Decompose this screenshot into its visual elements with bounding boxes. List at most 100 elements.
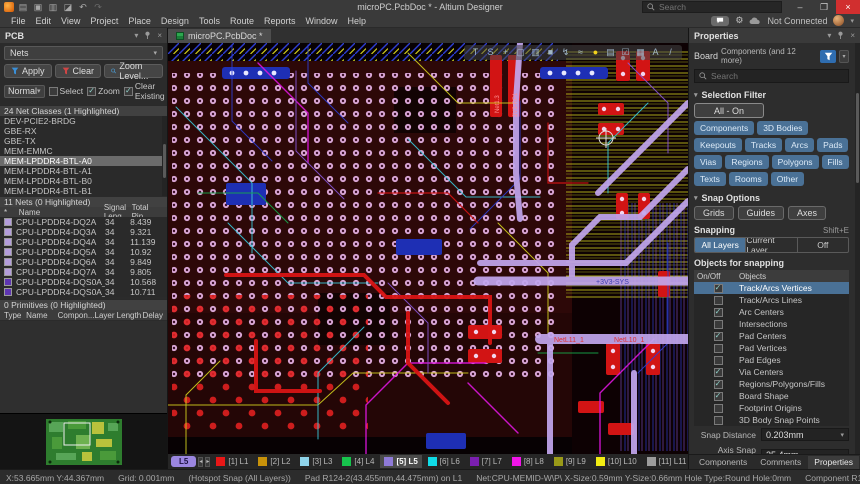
all-on-button[interactable]: All - On [694, 103, 764, 118]
axis-snap-range-input[interactable]: 25.4mm [761, 448, 849, 454]
net-class-item[interactable]: DEV-PCIE2-BRDG [0, 116, 167, 126]
properties-search-input[interactable] [711, 71, 831, 81]
clear-existing-checkbox[interactable] [123, 86, 133, 96]
snap-checkbox[interactable] [713, 331, 723, 341]
mode-off[interactable]: Off [798, 238, 848, 252]
chip-other[interactable]: Other [770, 172, 805, 186]
menu-window[interactable]: Window [301, 16, 343, 26]
chip-polygons[interactable]: Polygons [771, 155, 819, 169]
net-class-item[interactable]: MEM-LPDDR4-BTL-B1 [0, 186, 167, 196]
chip-3d-bodies[interactable]: 3D Bodies [757, 121, 809, 135]
current-layer-chip[interactable]: L5 [171, 456, 197, 467]
snap-object-row[interactable]: Via Centers [694, 366, 849, 378]
guides-button[interactable]: Guides [737, 206, 785, 220]
zoom-level-button[interactable]: Zoom Level... [104, 61, 163, 81]
net-class-item[interactable]: MEM-LPDDR4-BTL-B0 [0, 176, 167, 186]
panel-pin-icon[interactable] [144, 31, 151, 41]
layer-tab[interactable]: [10] L10 [592, 455, 641, 468]
chip-vias[interactable]: Vias [694, 155, 723, 169]
chip-components[interactable]: Components [694, 121, 755, 135]
mode-all-layers[interactable]: All Layers [695, 238, 747, 252]
open-document-icon[interactable]: ▣ [33, 2, 43, 13]
net-class-item[interactable]: GBE-TX [0, 136, 167, 146]
net-row[interactable]: CPU-LPDDR4-DQ4A 34 11.139 [0, 237, 167, 247]
net-row[interactable]: CPU-LPDDR4-DQ5A 34 10.92 [0, 247, 167, 257]
panel-pin-icon[interactable] [837, 31, 844, 41]
fill-icon[interactable]: ■ [544, 45, 557, 60]
comment-bubble-icon[interactable] [711, 15, 730, 26]
layer-tab-active[interactable]: [5] L5 [380, 455, 422, 468]
redo-icon[interactable]: ↷ [93, 2, 103, 13]
tab-properties[interactable]: Properties [808, 455, 860, 469]
layer-tab[interactable]: [1] L1 [212, 455, 252, 468]
snap-object-row[interactable]: Footprint Origins [694, 402, 849, 414]
menu-help[interactable]: Help [343, 16, 372, 26]
cloud-icon[interactable] [749, 17, 761, 25]
snap-object-row[interactable]: Arc Centers [694, 306, 849, 318]
chip-tracks[interactable]: Tracks [744, 138, 783, 152]
menu-edit[interactable]: Edit [31, 16, 57, 26]
snap-checkbox[interactable] [713, 343, 723, 353]
snap-object-row[interactable]: Intersections [694, 318, 849, 330]
global-search-box[interactable] [642, 1, 782, 13]
chip-regions[interactable]: Regions [725, 155, 769, 169]
menu-design[interactable]: Design [156, 16, 194, 26]
layer-tab[interactable]: [11] L11 [643, 455, 691, 468]
net-class-item[interactable]: MEM-EMMC [0, 146, 167, 156]
net-class-item[interactable]: GBE-RX [0, 126, 167, 136]
clear-button[interactable]: Clear [54, 64, 102, 78]
grids-button[interactable]: Grids [694, 206, 734, 220]
layer-tab[interactable]: [3] L3 [296, 455, 336, 468]
pcb-canvas[interactable]: +3V3-SYS NetL11_1 NetL10_1 Net1.3 3V3-RP… [168, 43, 688, 454]
net-row[interactable]: CPU-LPDDR4-DQ6A 34 9.849 [0, 257, 167, 267]
snap-checkbox[interactable] [713, 355, 723, 365]
snap-object-row-selected[interactable]: Track/Arcs Vertices [694, 282, 849, 294]
snap-distance-input[interactable]: 0.203mm ▾ [761, 428, 849, 441]
close-button[interactable]: × [836, 0, 860, 14]
panel-chevron-down-icon[interactable]: ▾ [134, 31, 138, 41]
snap-object-row[interactable]: Pad Edges [694, 354, 849, 366]
gear-icon[interactable]: ⚙ [735, 15, 743, 26]
pad-stack-icon[interactable]: ▥ [529, 45, 542, 60]
apply-button[interactable]: Apply [4, 64, 52, 78]
snap-checkbox[interactable] [713, 379, 723, 389]
route-icon[interactable]: ↯ [559, 45, 572, 60]
move-icon[interactable]: + [499, 45, 512, 60]
chart-icon[interactable]: ▦ [634, 45, 647, 60]
option-select[interactable]: Select [48, 86, 83, 96]
selection-filter-section[interactable]: ▾ Selection Filter [689, 87, 854, 102]
net-class-item[interactable]: MEM-LPDDR4-BTL-A1 [0, 166, 167, 176]
filter-dropdown-button[interactable]: ▾ [839, 49, 849, 63]
text-icon[interactable]: A [649, 45, 662, 60]
menu-route[interactable]: Route [225, 16, 259, 26]
document-tab[interactable]: microPC.PcbDoc * [168, 29, 271, 43]
restore-button[interactable]: ❐ [812, 0, 836, 14]
net-row[interactable]: CPU-LPDDR4-DQ7A 34 9.805 [0, 267, 167, 277]
snap-checkbox[interactable] [713, 367, 723, 377]
axes-button[interactable]: Axes [788, 206, 827, 220]
net-classes-scrollbar[interactable] [162, 116, 167, 196]
net-row[interactable]: CPU-LPDDR4-DQS0A_P 34 10.711 [0, 287, 167, 297]
lasso-icon[interactable]: S [484, 45, 497, 60]
measure-icon[interactable]: ≈ [574, 45, 587, 60]
mode-current-layer[interactable]: Current Layer [746, 238, 798, 252]
snap-object-row[interactable]: Board Shape [694, 390, 849, 402]
snap-checkbox[interactable] [713, 283, 723, 293]
snap-checkbox[interactable] [713, 295, 723, 305]
menu-project[interactable]: Project [85, 16, 123, 26]
check-edit-icon[interactable]: ☑ [619, 45, 632, 60]
tab-comments[interactable]: Comments [754, 456, 807, 469]
chip-texts[interactable]: Texts [694, 172, 726, 186]
layer-scroll-left[interactable]: ◂ [198, 456, 204, 467]
snap-checkbox[interactable] [713, 415, 723, 425]
net-row[interactable]: CPU-LPDDR4-DQS0A_N 34 10.568 [0, 277, 167, 287]
layer-tab[interactable]: [9] L9 [550, 455, 590, 468]
chip-keepouts[interactable]: Keepouts [694, 138, 742, 152]
snap-object-row[interactable]: Pad Vertices [694, 342, 849, 354]
tab-components[interactable]: Components [693, 456, 753, 469]
option-zoom[interactable]: Zoom [87, 86, 120, 96]
chip-pads[interactable]: Pads [817, 138, 849, 152]
snap-options-section[interactable]: ▾ Snap Options [689, 190, 854, 205]
snap-object-row[interactable]: 3D Body Snap Points [694, 414, 849, 426]
snap-object-row[interactable]: Track/Arcs Lines [694, 294, 849, 306]
